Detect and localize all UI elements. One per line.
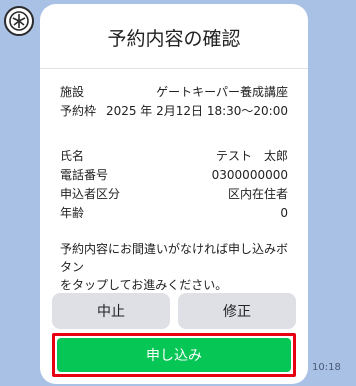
notice-line: 予約内容にお間違いがなければ申し込みボタン xyxy=(60,242,289,274)
cancel-button[interactable]: 中止 xyxy=(52,293,170,329)
detail-row-facility: 施設 ゲートキーパー養成講座 xyxy=(60,82,288,101)
detail-row-name: 氏名 テスト 太郎 xyxy=(60,146,288,165)
applicant-details: 氏名 テスト 太郎 電話番号 0300000000 申込者区分 区内在住者 年齢… xyxy=(60,146,288,222)
avatar[interactable] xyxy=(4,6,34,36)
page-title: 予約内容の確認 xyxy=(107,28,241,50)
divider xyxy=(40,68,308,69)
notice-line: をタップしてお進みください。 xyxy=(60,278,228,292)
detail-row-category: 申込者区分 区内在住者 xyxy=(60,184,288,203)
detail-value: 2025 年 2月12日 18:30〜20:00 xyxy=(105,104,288,118)
chat-screen: 予約内容の確認 施設 ゲートキーパー養成講座 予約枠 2025 年 2月12日 … xyxy=(0,0,356,386)
apply-button[interactable]: 申し込み xyxy=(57,338,291,372)
apply-button-highlight: 申し込み xyxy=(52,333,296,377)
detail-label: 電話番号 xyxy=(60,168,109,182)
detail-label: 施設 xyxy=(60,85,85,99)
detail-value: 区内在住者 xyxy=(227,187,288,201)
detail-label: 予約枠 xyxy=(60,104,97,118)
confirmation-card: 予約内容の確認 施設 ゲートキーパー養成講座 予約枠 2025 年 2月12日 … xyxy=(40,4,308,384)
detail-label: 氏名 xyxy=(60,149,85,163)
detail-value: ゲートキーパー養成講座 xyxy=(156,85,288,99)
detail-value: 0300000000 xyxy=(211,167,288,182)
booking-details: 施設 ゲートキーパー養成講座 予約枠 2025 年 2月12日 18:30〜20… xyxy=(60,82,288,120)
message-timestamp: 10:18 xyxy=(312,362,341,373)
detail-value: テスト 太郎 xyxy=(215,149,288,163)
emblem-icon xyxy=(9,11,29,31)
detail-row-phone: 電話番号 0300000000 xyxy=(60,165,288,184)
detail-row-slot: 予約枠 2025 年 2月12日 18:30〜20:00 xyxy=(60,101,288,120)
detail-row-age: 年齢 0 xyxy=(60,203,288,222)
detail-label: 申込者区分 xyxy=(60,187,121,201)
edit-button[interactable]: 修正 xyxy=(178,293,296,329)
detail-label: 年齢 xyxy=(60,206,85,220)
detail-value: 0 xyxy=(280,205,288,220)
notice-text: 予約内容にお間違いがなければ申し込みボタン をタップしてお進みください。 xyxy=(60,240,294,294)
